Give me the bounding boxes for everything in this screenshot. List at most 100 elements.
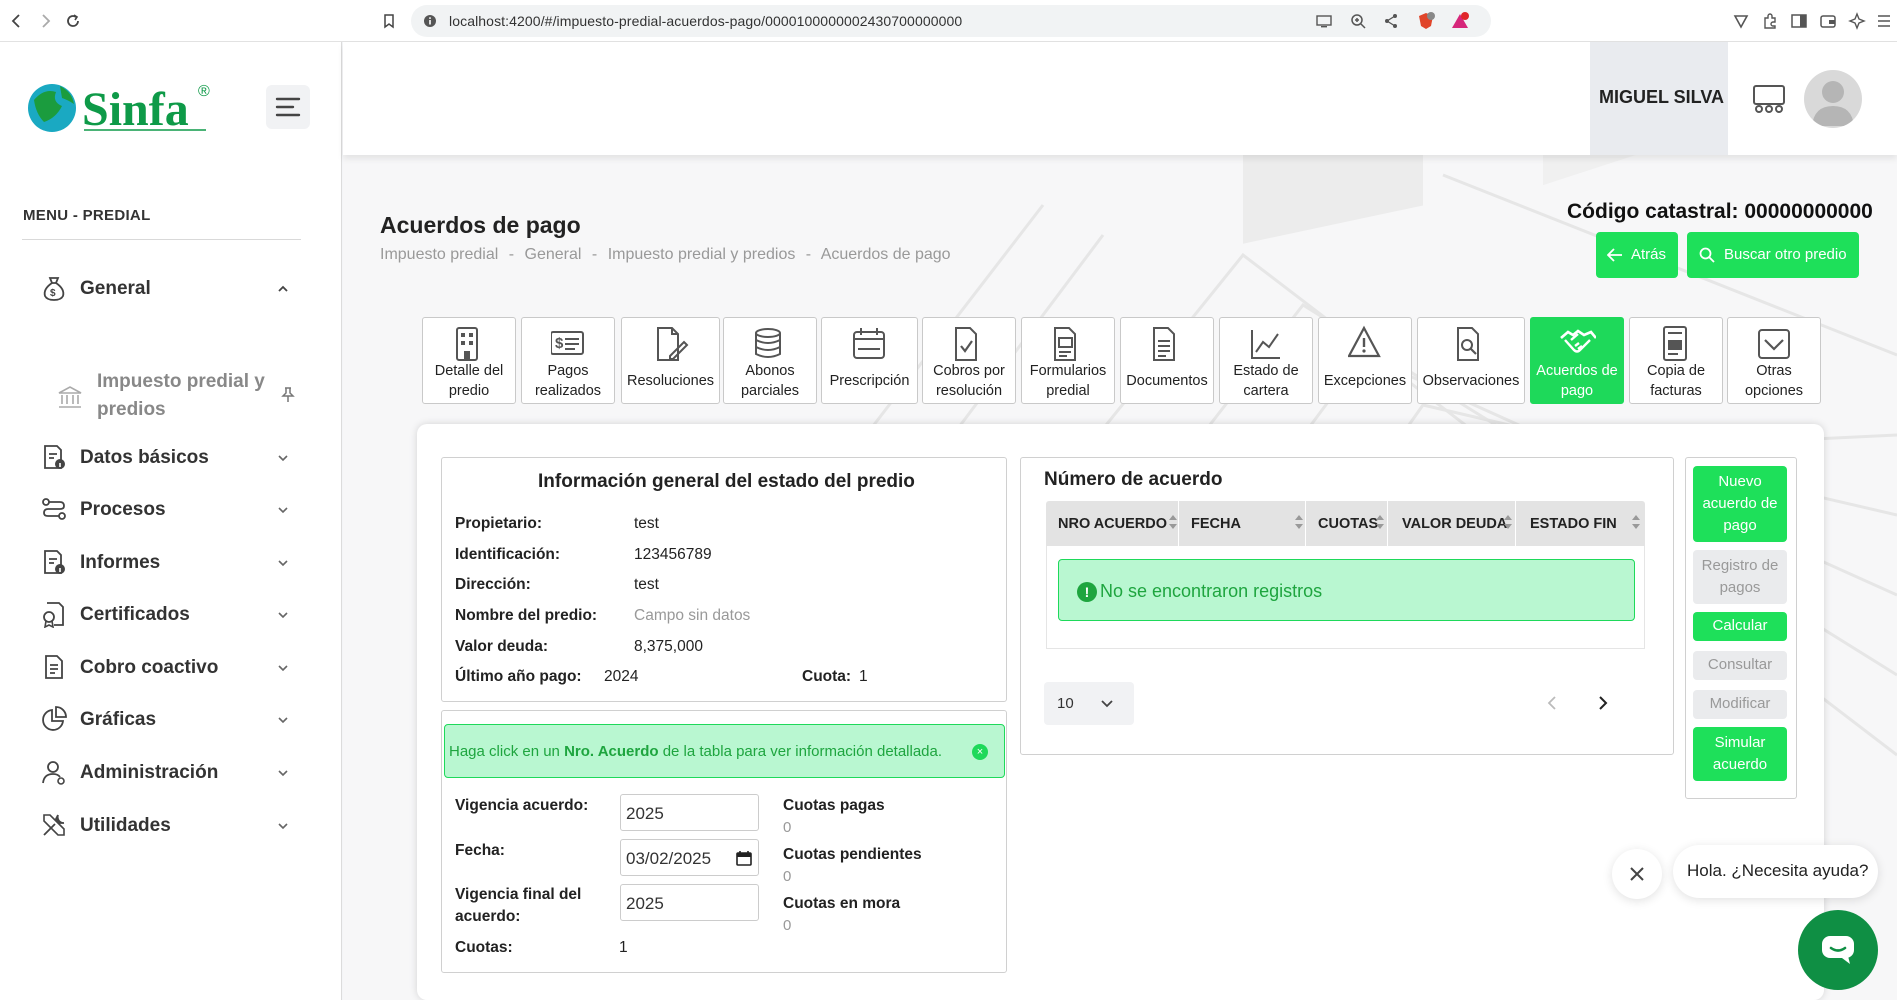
tab-abonos-parciales[interactable]: Abonos parciales bbox=[723, 317, 817, 404]
column-header[interactable]: ESTADO FIN bbox=[1530, 516, 1617, 532]
svg-text:Sinfa: Sinfa bbox=[82, 83, 189, 136]
vigencia-input[interactable]: 2025 bbox=[620, 794, 759, 831]
sidebar-item-certificados[interactable]: Certificados bbox=[40, 594, 290, 634]
apps-grid-icon[interactable] bbox=[1751, 82, 1787, 116]
tab-label: predial bbox=[1046, 383, 1090, 399]
sinfa-logo[interactable]: Sinfa ® bbox=[26, 78, 221, 136]
vigencia-label: Vigencia acuerdo: bbox=[455, 797, 589, 814]
menu-title: MENU - PREDIAL bbox=[23, 207, 151, 224]
chevron-up-icon bbox=[276, 282, 290, 296]
close-alert-icon[interactable]: × bbox=[972, 744, 988, 760]
brave-shield-icon[interactable] bbox=[1416, 11, 1436, 31]
tab-estado-de-cartera[interactable]: Estado de cartera bbox=[1219, 317, 1313, 404]
calendar-icon[interactable] bbox=[736, 850, 752, 866]
sidebar-item-label: Procesos bbox=[80, 499, 166, 520]
nuevo-acuerdo-button[interactable]: Nuevo acuerdo de pago bbox=[1693, 466, 1787, 542]
tab-excepciones[interactable]: Excepciones bbox=[1318, 317, 1412, 404]
sidebar-item-label: Administración bbox=[80, 762, 219, 783]
tab-label: Cobros por bbox=[933, 363, 1005, 379]
sidebar-item-administracion[interactable]: Administración bbox=[40, 752, 290, 792]
tab-observaciones[interactable]: Observaciones bbox=[1417, 317, 1525, 404]
tab-otras-opciones[interactable]: Otras opciones bbox=[1727, 317, 1821, 404]
tab-prescripcion[interactable]: Prescripción bbox=[821, 317, 918, 404]
cuota-label: Cuota: bbox=[802, 668, 852, 685]
forward-nav-icon[interactable] bbox=[36, 12, 54, 30]
column-header[interactable]: NRO ACUERDO bbox=[1058, 516, 1167, 532]
tools-icon bbox=[40, 811, 68, 839]
sidebar-item-datos-basicos[interactable]: Datos básicos bbox=[40, 437, 290, 477]
fecha-input[interactable]: 03/02/2025 bbox=[620, 839, 759, 876]
cuotas-pendientes-label: Cuotas pendientes bbox=[783, 846, 922, 863]
chat-launcher-button[interactable] bbox=[1798, 910, 1878, 990]
tab-label: Resoluciones bbox=[626, 373, 715, 389]
sidebar-item-informes[interactable]: Informes bbox=[40, 542, 290, 582]
cuotas-value: 1 bbox=[619, 939, 628, 956]
sort-icon[interactable] bbox=[1630, 513, 1642, 531]
prev-page-icon[interactable] bbox=[1544, 694, 1562, 712]
cast-icon[interactable] bbox=[1316, 13, 1332, 29]
hamburger-icon bbox=[275, 97, 301, 117]
vigencia-final-input[interactable]: 2025 bbox=[620, 884, 759, 921]
sidebar-item-cobro-coactivo[interactable]: Cobro coactivo bbox=[40, 647, 290, 687]
sidebar-toggle-icon[interactable] bbox=[1790, 12, 1808, 30]
site-info-icon[interactable] bbox=[423, 14, 437, 28]
nuevo-label-2: acuerdo de bbox=[1702, 495, 1778, 512]
chat-greeting-bubble[interactable]: Hola. ¿Necesita ayuda? bbox=[1673, 845, 1878, 898]
empty-message: No se encontraron registros bbox=[1100, 581, 1323, 601]
browser-menu-icon[interactable] bbox=[1877, 12, 1891, 30]
back-nav-icon[interactable] bbox=[8, 12, 26, 30]
registro-pagos-button[interactable]: Registro de pagos bbox=[1693, 550, 1787, 604]
sidebar-collapse-button[interactable] bbox=[266, 85, 310, 129]
tab-acuerdos-de-pago[interactable]: Acuerdos de pago bbox=[1530, 317, 1624, 404]
bookmark-icon[interactable] bbox=[380, 12, 398, 30]
sort-icon[interactable] bbox=[1293, 513, 1305, 531]
search-other-predio-button[interactable]: Buscar otro predio bbox=[1687, 232, 1859, 278]
address-bar[interactable]: localhost:4200/#/impuesto-predial-acuerd… bbox=[411, 5, 1491, 37]
reload-icon[interactable] bbox=[64, 12, 82, 30]
tab-label: Formularios bbox=[1029, 363, 1107, 379]
modificar-button[interactable]: Modificar bbox=[1693, 690, 1787, 719]
tab-resoluciones[interactable]: Resoluciones bbox=[621, 317, 720, 404]
page-size-select[interactable]: 10 bbox=[1044, 682, 1134, 725]
breadcrumb-item[interactable]: General bbox=[525, 246, 582, 263]
sidebar-subitem-impuesto-predial[interactable]: Impuesto predial y predios bbox=[57, 368, 297, 428]
pin-icon[interactable] bbox=[279, 386, 297, 404]
tab-copia-de-facturas[interactable]: Copia de facturas bbox=[1629, 317, 1723, 404]
sidebar-item-label: Certificados bbox=[80, 604, 190, 625]
sidebar-item-graficas[interactable]: Gráficas bbox=[40, 699, 290, 739]
tab-documentos[interactable]: Documentos bbox=[1120, 317, 1214, 404]
next-page-icon[interactable] bbox=[1593, 694, 1611, 712]
registro-label-1: Registro de bbox=[1701, 557, 1779, 574]
chat-close-button[interactable] bbox=[1612, 849, 1662, 899]
consultar-button[interactable]: Consultar bbox=[1693, 651, 1787, 680]
chevron-down-icon bbox=[276, 503, 290, 517]
tab-formularios-predial[interactable]: Formularios predial bbox=[1021, 317, 1115, 404]
zoom-icon[interactable] bbox=[1350, 13, 1366, 29]
warning-icon bbox=[1348, 324, 1381, 364]
column-header[interactable]: CUOTAS bbox=[1318, 516, 1378, 532]
back-button[interactable]: Atrás bbox=[1596, 232, 1678, 278]
brave-rewards-icon[interactable] bbox=[1450, 11, 1470, 31]
column-header[interactable]: VALOR DEUDA bbox=[1402, 516, 1507, 532]
document-search-icon bbox=[1454, 324, 1484, 364]
vpn-icon[interactable] bbox=[1732, 12, 1750, 30]
breadcrumb-item[interactable]: Impuesto predial bbox=[380, 246, 498, 263]
valor-deuda-label: Valor deuda: bbox=[455, 638, 549, 655]
tab-pagos-realizados[interactable]: $ Pagos realizados bbox=[521, 317, 615, 404]
wallet-icon[interactable] bbox=[1819, 12, 1837, 30]
tab-detalle-del-predio[interactable]: Detalle del predio bbox=[422, 317, 516, 404]
column-header[interactable]: FECHA bbox=[1191, 516, 1241, 532]
sort-icon[interactable] bbox=[1502, 513, 1514, 531]
ai-assistant-icon[interactable] bbox=[1848, 12, 1866, 30]
simular-acuerdo-button[interactable]: Simular acuerdo bbox=[1693, 727, 1787, 781]
breadcrumb-item[interactable]: Impuesto predial y predios bbox=[608, 246, 796, 263]
tab-cobros-por-resolucion[interactable]: Cobros por resolución bbox=[922, 317, 1016, 404]
sidebar-item-utilidades[interactable]: Utilidades bbox=[40, 805, 290, 845]
sidebar-item-procesos[interactable]: Procesos bbox=[40, 489, 290, 529]
sort-icon[interactable] bbox=[1374, 513, 1386, 531]
avatar[interactable] bbox=[1804, 70, 1862, 128]
calcular-button[interactable]: Calcular bbox=[1693, 612, 1787, 641]
share-icon[interactable] bbox=[1383, 13, 1399, 29]
sidebar-item-general[interactable]: $ General bbox=[40, 268, 290, 308]
extensions-icon[interactable] bbox=[1761, 12, 1779, 30]
